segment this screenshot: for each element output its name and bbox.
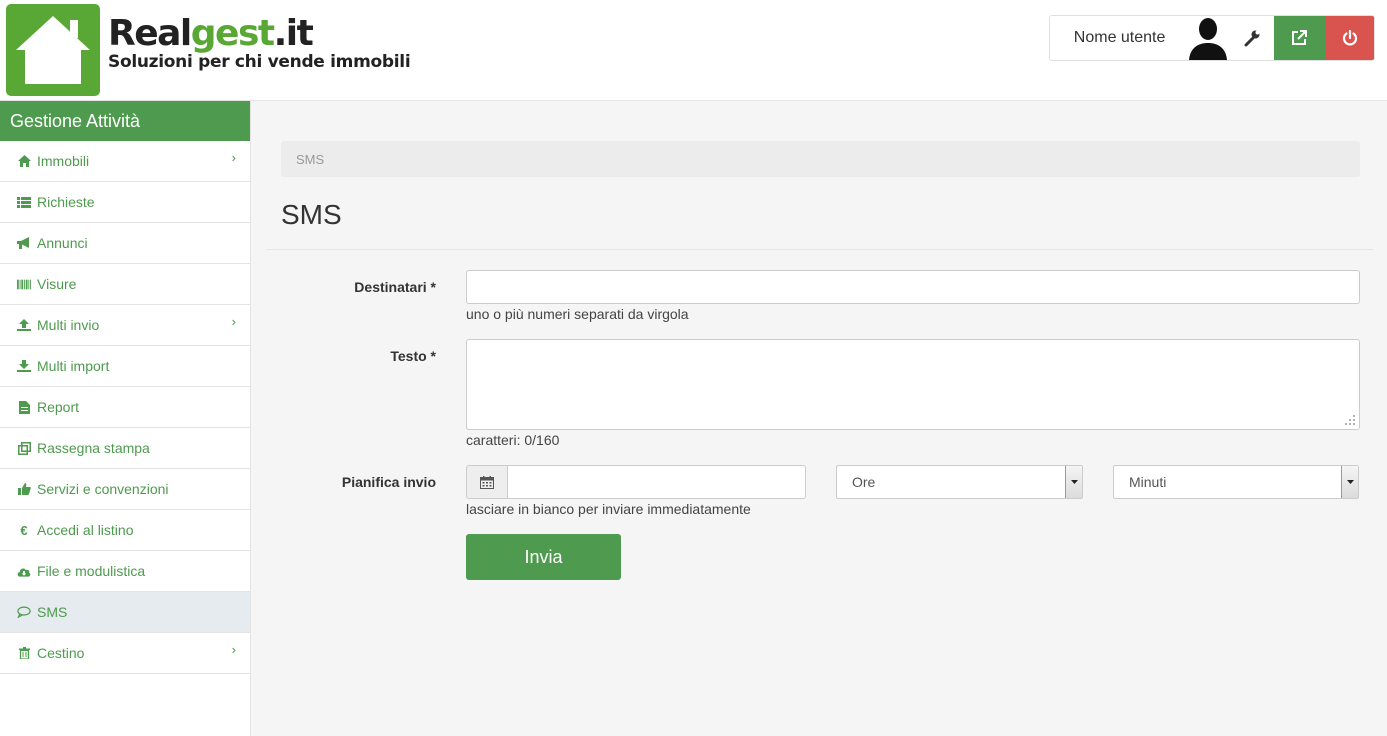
sidebar-item-label: Cestino xyxy=(37,645,85,661)
file-icon xyxy=(17,400,31,414)
chevron-right-icon: › xyxy=(231,150,236,165)
sidebar-item-label: Servizi e convenzioni xyxy=(37,481,169,497)
sidebar-item-cestino[interactable]: Cestino › xyxy=(0,633,250,674)
sidebar-item-multi-invio[interactable]: Multi invio › xyxy=(0,305,250,346)
brand-name: Realgest.it xyxy=(108,13,314,54)
schedule-label: Pianifica invio xyxy=(341,474,436,490)
sidebar-item-immobili[interactable]: Immobili › xyxy=(0,141,250,182)
sidebar-item-label: Richieste xyxy=(37,194,95,210)
minutes-select[interactable]: Minuti xyxy=(1113,465,1359,499)
barcode-icon xyxy=(17,277,31,291)
page-title: SMS xyxy=(281,199,342,230)
divider xyxy=(266,249,1373,250)
list-icon xyxy=(17,195,31,209)
breadcrumb-item[interactable]: SMS xyxy=(296,152,324,167)
bullhorn-icon xyxy=(17,236,31,250)
sidebar-item-label: Multi invio xyxy=(37,317,100,333)
top-header: Realgest.it Soluzioni per chi vende immo… xyxy=(0,0,1387,101)
trash-icon xyxy=(17,646,31,660)
wrench-icon xyxy=(1244,30,1260,47)
sidebar-title: Gestione Attività xyxy=(0,101,250,141)
power-icon xyxy=(1342,29,1357,46)
chevron-right-icon: › xyxy=(231,314,236,329)
euro-icon: € xyxy=(20,522,28,538)
character-counter: caratteri: 0/160 xyxy=(466,432,560,448)
cloud-download-icon xyxy=(17,564,31,578)
user-panel: Nome utente xyxy=(1049,15,1375,61)
upload-icon xyxy=(17,318,31,332)
thumbs-up-icon xyxy=(17,482,31,496)
brand-tagline: Soluzioni per chi vende immobili xyxy=(108,52,411,72)
recipients-label: Destinatari * xyxy=(354,279,436,295)
sidebar-item-label: Multi import xyxy=(37,358,110,374)
send-button[interactable]: Invia xyxy=(466,534,621,580)
sidebar-item-sms[interactable]: SMS xyxy=(0,592,250,633)
username-label[interactable]: Nome utente xyxy=(1050,16,1185,60)
sidebar-item-rassegna-stampa[interactable]: Rassegna stampa xyxy=(0,428,250,469)
chevron-right-icon: › xyxy=(231,642,236,657)
text-label: Testo * xyxy=(390,348,436,364)
sidebar-item-label: Accedi al listino xyxy=(37,522,134,538)
realgest-logo[interactable] xyxy=(6,4,100,96)
recipients-help: uno o più numeri separati da virgola xyxy=(466,306,689,322)
user-silhouette-icon xyxy=(1188,18,1227,60)
sidebar-item-accedi-listino[interactable]: € Accedi al listino xyxy=(0,510,250,551)
sidebar-item-file-modulistica[interactable]: File e modulistica xyxy=(0,551,250,592)
settings-button[interactable] xyxy=(1230,16,1274,60)
sidebar-item-servizi-convenzioni[interactable]: Servizi e convenzioni xyxy=(0,469,250,510)
sidebar-item-label: Immobili xyxy=(37,153,90,169)
sidebar-item-label: Report xyxy=(37,399,80,415)
chevron-down-icon xyxy=(1065,466,1082,498)
sidebar-item-label: Annunci xyxy=(37,235,88,251)
sidebar-item-label: Rassegna stampa xyxy=(37,440,150,456)
sidebar-item-label: Visure xyxy=(37,276,77,292)
chevron-down-icon xyxy=(1341,466,1358,498)
comment-icon xyxy=(17,605,31,619)
resize-handle-icon[interactable] xyxy=(1344,414,1356,426)
external-link-icon xyxy=(1292,30,1308,45)
sidebar-item-multi-import[interactable]: Multi import xyxy=(0,346,250,387)
sidebar-item-report[interactable]: Report xyxy=(0,387,250,428)
sidebar-item-label: SMS xyxy=(37,604,68,620)
recipients-input[interactable] xyxy=(466,270,1360,304)
hours-select-value: Ore xyxy=(852,474,876,490)
schedule-date-input[interactable] xyxy=(507,465,806,499)
sidebar-item-richieste[interactable]: Richieste xyxy=(0,182,250,223)
sidebar: Gestione Attività Immobili › Richieste A… xyxy=(0,101,251,736)
download-icon xyxy=(17,359,31,373)
avatar[interactable] xyxy=(1185,16,1230,60)
sidebar-item-visure[interactable]: Visure xyxy=(0,264,250,305)
schedule-help: lasciare in bianco per inviare immediata… xyxy=(466,501,751,517)
clone-icon xyxy=(17,441,31,455)
calendar-button[interactable] xyxy=(466,465,508,499)
minutes-select-value: Minuti xyxy=(1129,474,1167,490)
sidebar-item-annunci[interactable]: Annunci xyxy=(0,223,250,264)
sidebar-item-label: File e modulistica xyxy=(37,563,146,579)
calendar-icon xyxy=(480,475,494,489)
home-icon xyxy=(17,154,31,168)
message-textarea[interactable] xyxy=(466,339,1360,430)
open-site-button[interactable] xyxy=(1273,16,1326,60)
logout-button[interactable] xyxy=(1325,16,1374,60)
breadcrumb: SMS xyxy=(281,141,1360,177)
hours-select[interactable]: Ore xyxy=(836,465,1083,499)
